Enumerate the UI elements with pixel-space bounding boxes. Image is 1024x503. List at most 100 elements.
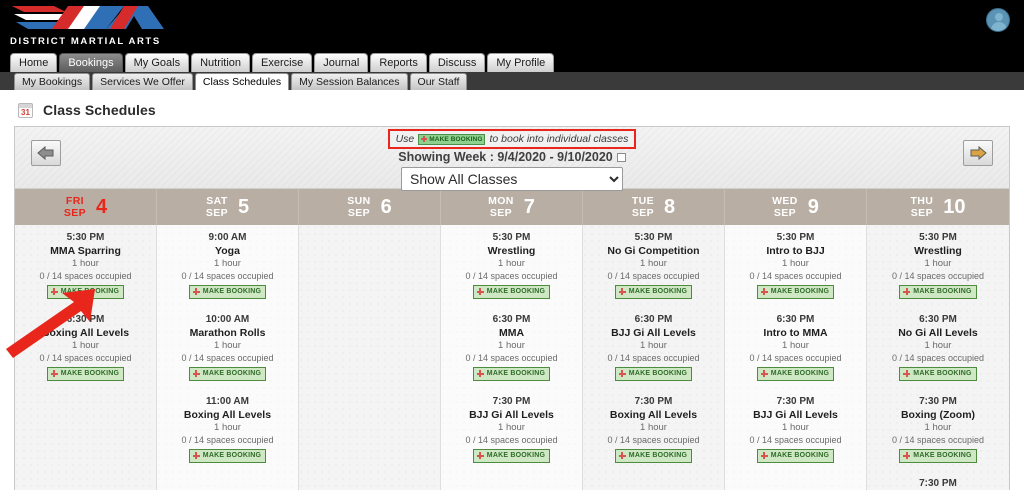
class-time: 9:00 AM [208, 232, 247, 243]
tab-nutrition[interactable]: Nutrition [191, 53, 251, 72]
class-name: No Gi All Levels [898, 327, 978, 339]
class-duration: 1 hour [782, 422, 809, 433]
class-time: 5:30 PM [492, 232, 531, 243]
day-column-thu: 5:30 PM Wrestling 1 hour 0 / 14 spaces occu… [867, 225, 1009, 490]
class-filter-select[interactable]: Show All Classes [401, 167, 623, 191]
class-card: 6:30 PM Boxing All Levels 1 hour 0 / 14 spa… [15, 313, 156, 382]
class-time: 6:30 PM [919, 314, 957, 325]
day-of-week: WED [772, 195, 798, 207]
make-booking-button[interactable]: MAKE BOOKING [899, 284, 977, 299]
tab-bookings[interactable]: Bookings [59, 53, 123, 72]
class-card: 6:30 PM MMA 1 hour 0 / 14 spaces occupied MA… [441, 313, 582, 382]
make-booking-button[interactable]: MAKE BOOKING [188, 284, 267, 299]
make-booking-label: MAKE BOOKING [202, 451, 262, 459]
tab-discuss[interactable]: Discuss [428, 53, 486, 72]
day-column-sun [299, 225, 441, 490]
day-header-labels: WED SEP [772, 195, 798, 219]
class-time: 5:30 PM [66, 232, 105, 243]
week-range-label: Showing Week : 9/4/2020 - 9/10/2020 [362, 150, 662, 164]
plus-icon [50, 370, 58, 377]
make-booking-label: MAKE BOOKING [60, 369, 120, 377]
prev-week-button[interactable] [31, 140, 61, 166]
class-name: BJJ Gi All Levels [611, 327, 696, 339]
make-booking-button[interactable]: MAKE BOOKING [614, 284, 693, 299]
class-spaces: 0 / 14 spaces occupied [39, 271, 132, 281]
make-booking-button[interactable]: MAKE BOOKING [756, 366, 835, 381]
class-duration: 1 hour [924, 422, 952, 433]
make-booking-button[interactable]: MAKE BOOKING [899, 366, 977, 381]
tab-home[interactable]: Home [10, 53, 58, 72]
make-booking-button[interactable]: MAKE BOOKING [756, 448, 835, 463]
make-booking-button[interactable]: MAKE BOOKING [756, 284, 835, 299]
plus-icon [903, 288, 911, 295]
make-booking-button[interactable]: MAKE BOOKING [46, 366, 125, 381]
make-booking-button[interactable]: MAKE BOOKING [188, 448, 267, 463]
plus-icon [903, 370, 911, 377]
subtab-our-staff[interactable]: Our Staff [409, 73, 468, 90]
tab-my-goals[interactable]: My Goals [124, 53, 190, 72]
day-of-week: MON [488, 195, 514, 207]
plus-icon [760, 288, 768, 295]
class-card: 9:00 AM Yoga 1 hour 0 / 14 spaces occupied M… [157, 231, 298, 300]
class-duration: 1 hour [924, 340, 952, 351]
day-month: SEP [773, 207, 797, 219]
class-time: 6:30 PM [66, 314, 105, 325]
make-booking-button[interactable]: MAKE BOOKING [614, 366, 693, 381]
user-avatar-icon[interactable] [986, 8, 1010, 32]
secondary-nav: My Bookings Services We Offer Class Schedu… [0, 72, 1024, 90]
class-time: 7:30 PM [776, 396, 815, 407]
day-month: SEP [347, 207, 371, 219]
class-name: Yoga [215, 245, 240, 257]
subtab-class-schedules[interactable]: Class Schedules [194, 73, 290, 90]
make-booking-button[interactable]: MAKE BOOKING [188, 366, 267, 381]
class-name: No Gi Competition [607, 245, 700, 257]
schedule-panel: Use MAKE BOOKING to book into individual… [14, 126, 1010, 490]
plus-icon [903, 452, 911, 459]
primary-nav: Home Bookings My Goals Nutrition Exercise Jou… [0, 52, 1024, 72]
dma-logo: DISTRICT MARTIAL ARTS [6, 2, 166, 50]
arrow-left-icon [37, 146, 54, 160]
day-column-fri: 5:30 PM MMA Sparring 1 hour 0 / 14 spaces o… [15, 225, 157, 490]
make-booking-button[interactable]: MAKE BOOKING [472, 366, 551, 381]
app-root: DISTRICT MARTIAL ARTS Home Bookings My Goa… [0, 0, 1024, 503]
subtab-my-bookings[interactable]: My Bookings [14, 73, 91, 90]
class-name: Marathon Rolls [189, 327, 266, 339]
tab-journal[interactable]: Journal [314, 53, 369, 72]
class-spaces: 0 / 14 spaces occupied [181, 435, 274, 445]
class-spaces: 0 / 14 spaces occupied [607, 271, 700, 281]
subtab-my-session-balances[interactable]: My Session Balances [291, 73, 408, 90]
class-time: 6:30 PM [776, 314, 815, 325]
class-name: Boxing All Levels [41, 327, 130, 339]
class-spaces: 0 / 14 spaces occupied [465, 271, 558, 281]
day-header-labels: MON SEP [488, 195, 514, 219]
day-month: SEP [631, 207, 655, 219]
subtab-services-we-offer[interactable]: Services We Offer [92, 73, 193, 90]
make-booking-label: MAKE BOOKING [770, 369, 830, 377]
tab-my-profile[interactable]: My Profile [487, 53, 555, 72]
class-time: 7:30 PM [634, 396, 673, 407]
logo-tagline: DISTRICT MARTIAL ARTS [10, 36, 161, 47]
make-booking-button[interactable]: MAKE BOOKING [614, 448, 693, 463]
day-column-sat: 9:00 AM Yoga 1 hour 0 / 14 spaces occupied M… [157, 225, 299, 490]
class-name: BJJ Gi All Levels [753, 409, 838, 421]
next-week-button[interactable] [963, 140, 993, 166]
calendar-picker-icon[interactable] [616, 152, 626, 162]
tab-reports[interactable]: Reports [370, 53, 427, 72]
make-booking-button[interactable]: MAKE BOOKING [472, 448, 551, 463]
make-booking-button[interactable]: MAKE BOOKING [46, 284, 125, 299]
class-duration: 1 hour [924, 258, 952, 269]
class-name: BJJ Gi All Levels [469, 409, 554, 421]
class-name: Boxing All Levels [183, 409, 272, 421]
class-time: 10:00 AM [205, 314, 250, 325]
class-name: Intro to BJJ [766, 245, 825, 257]
plus-icon [618, 370, 626, 377]
make-booking-button[interactable]: MAKE BOOKING [472, 284, 551, 299]
class-spaces: 0 / 14 spaces occupied [891, 353, 985, 363]
class-duration: 1 hour [72, 340, 99, 351]
class-card: 7:30 PM BJJ Gi All Levels 1 hour 0 / 14 spa… [725, 395, 866, 464]
plus-icon [476, 370, 484, 377]
make-booking-button[interactable]: MAKE BOOKING [899, 448, 977, 463]
hint-prefix: Use [395, 133, 415, 145]
class-duration: 1 hour [782, 340, 809, 351]
tab-exercise[interactable]: Exercise [252, 53, 313, 72]
